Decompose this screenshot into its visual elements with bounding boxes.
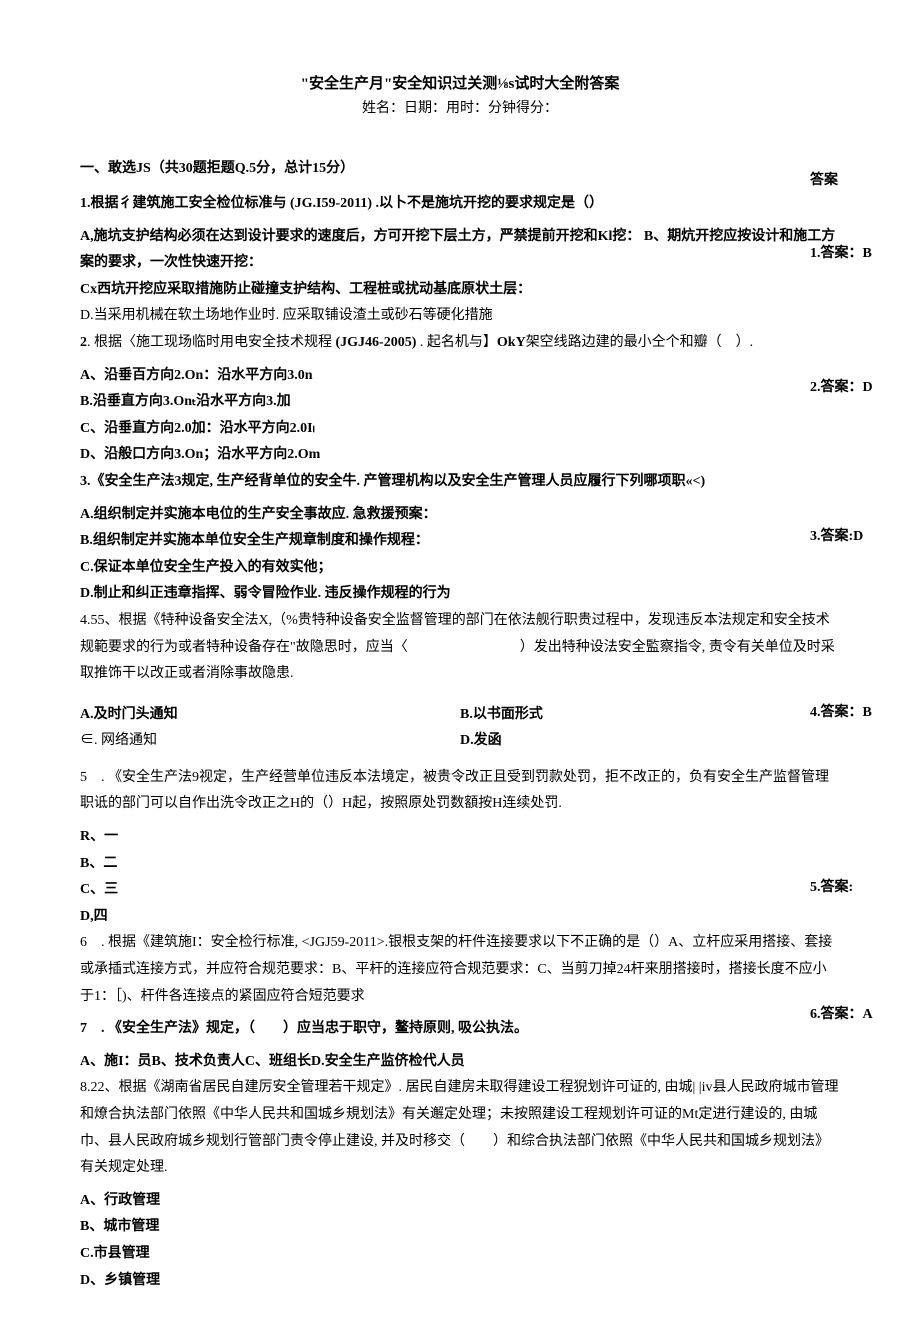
q6-stem: 6 . 根据《建筑施I：安全检行标准, <JGJ59-2011>.银根支架的杆件… (80, 930, 840, 1010)
q3-opt-c: C.保证本单位安全生产投入的有效实他； (80, 555, 840, 582)
q4-opt-c: ∈. 网络通知 (80, 728, 460, 755)
answer-1: 1.答案：B (810, 241, 900, 268)
q3-opt-d: D.制止和纠正违章指挥、弱令冒险作业. 违反操作规程的行为 (80, 581, 840, 608)
q4-opt-b: B.以书面形式 (460, 702, 840, 729)
q1-line1: A,施坑支护结构必须在达到设计要求的速度后，方可开挖下层土方，严禁提前开挖和Kl… (80, 224, 840, 277)
q1-line3: D.当采用机械在软土场地作业时. 应采取铺设渣土或砂石等硬化措施 (80, 303, 840, 330)
q4-opts-row2: ∈. 网络通知 D.发函 (80, 728, 840, 755)
q3-stem: 3.《安全生产法3规定, 生产经背单位的安全牛. 产管理机构以及安全生产管理人员… (80, 469, 840, 496)
q1-opt-a: A,施坑支护结构必须在达到设计要求的速度后，方可开挖下层土方，严禁提前开挖和Kl… (80, 229, 640, 244)
q8-opt-c: C.市县管理 (80, 1241, 840, 1268)
doc-subtitle: 姓名：日期：用时：分钟得分： (80, 97, 840, 117)
q5-opt-d: D,四 (80, 904, 840, 931)
q2-opt-a: A、沿垂百方向2.On：沿水平方向3.0n (80, 363, 840, 390)
answers-column: 答案 1.答案：B 2.答案：D 3.答案:D 4.答案：B 5.答案: 6.答… (810, 168, 900, 1028)
q8-opt-b: B、城市管理 (80, 1214, 840, 1241)
q7-stem: 7 . 《安全生产法》规定，（ ）应当忠于职守，鳌持原则, 吸公执法。 (80, 1016, 840, 1043)
q7-opts: A、施I：员B、技术负责人C、班组长D.安全生产监侪检代人员 (80, 1049, 840, 1076)
q2-opt-b: B.沿垂直方向3.Onₜ沿水平方向3.加 (80, 389, 840, 416)
q2-stem: 2. 根据〈施工现场临时用电安全技术规程 (JGJ46-2005) . 起名机与… (80, 330, 840, 357)
q8-stem: 8.22、根据《湖南省居民自建厉安全管理若干规定》. 居民自建房未取得建设工程猊… (80, 1075, 840, 1181)
answer-3: 3.答案:D (810, 524, 900, 551)
q1-line2: Cx西坑开挖应采取措施防止碰撞支护结构、工程桩或扰动基底原状土层： (80, 277, 840, 304)
q1-stem: 1.根据彳建筑施工安全检位标准与 (JG.I59-2011) .以卜不是施坑开挖… (80, 191, 840, 218)
q4-opt-a: A.及时门头通知 (80, 702, 460, 729)
q5-opt-a: R、一 (80, 824, 840, 851)
q8-opt-d: D、乡镇管理 (80, 1268, 840, 1295)
q5-opt-b: B、二 (80, 851, 840, 878)
q3-opt-a: A.组织制定并实施本电位的生产安全事故应. 急救援预案： (80, 502, 840, 529)
answer-5: 5.答案: (810, 875, 900, 902)
q1-opt-c: Cx西坑开挖应采取措施防止碰撞支护结构、工程桩或扰动基底原状土层： (80, 282, 531, 297)
answers-label: 答案 (810, 168, 900, 195)
q2-opt-c: C、沿垂直方向2.0加：沿水平方向2.0Iₗ (80, 416, 840, 443)
q3-opt-b: B.组织制定并实施本单位安全生产规章制度和操作规程： (80, 528, 840, 555)
section-heading: 一、敢选JS（共30题拒题Q.5分，总计15分） (80, 157, 840, 177)
answer-4: 4.答案：B (810, 700, 900, 727)
answer-6: 6.答案：A (810, 1002, 900, 1029)
q4-opts-row1: A.及时门头通知 B.以书面形式 (80, 702, 840, 729)
q8-opt-a: A、行政管理 (80, 1188, 840, 1215)
q5-stem: 5 . 《安全生产法9视定，生产经营单位违反本法境定，被贵令改正且受到罚款处罚，… (80, 765, 840, 818)
q2-opt-d: D、沿般口方向3.On；沿水平方向2.Om (80, 442, 840, 469)
doc-title: "安全生产月"安全知识过关测⅛s试时大全附答案 (80, 72, 840, 93)
q4-stem: 4.55、根据《特种设备安全法X,（%贵特种设备安全监督管理的部门在依法舰行职贵… (80, 608, 840, 688)
q4-opt-d: D.发函 (460, 728, 840, 755)
q5-opt-c: C、三 (80, 877, 840, 904)
q1-opt-d: D.当采用机械在软土场地作业时. 应采取铺设渣土或砂石等硬化措施 (80, 308, 493, 323)
answer-2: 2.答案：D (810, 375, 900, 402)
